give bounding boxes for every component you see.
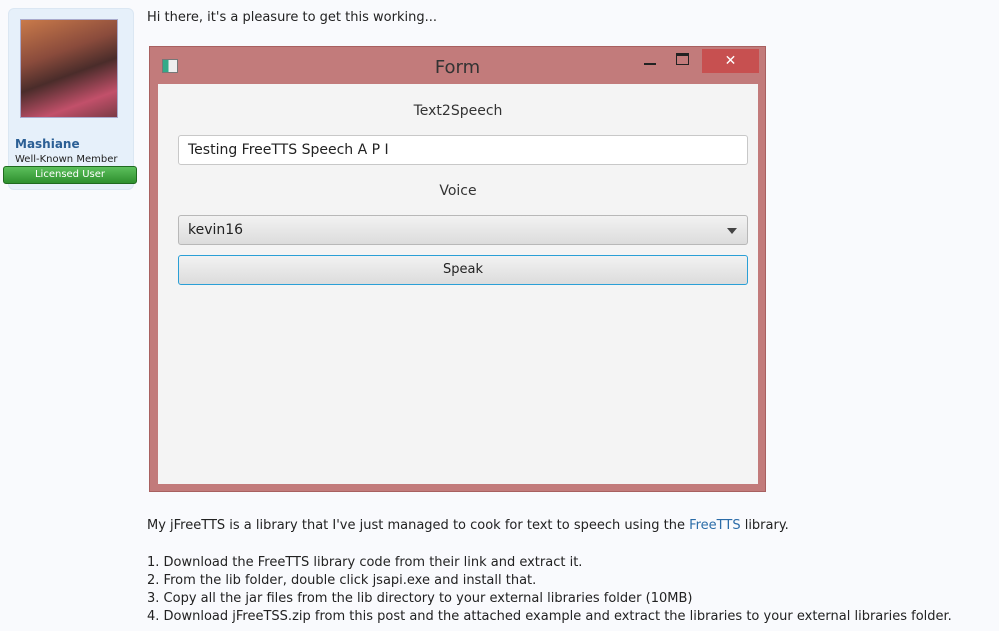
form-window: Form ✕ Text2Speech Testing FreeTTS Speec… <box>149 46 766 492</box>
username[interactable]: Mashiane <box>15 137 80 151</box>
step-3: 3. Copy all the jar files from the lib d… <box>147 591 693 606</box>
voice-selected: kevin16 <box>188 222 244 238</box>
minimize-button[interactable] <box>644 63 656 65</box>
user-card: Mashiane Well-Known Member Licensed User <box>3 8 137 190</box>
heading-label: Text2Speech <box>413 103 503 119</box>
avatar[interactable] <box>20 19 118 118</box>
maximize-button[interactable] <box>676 53 689 65</box>
post-greeting: Hi there, it's a pleasure to get this wo… <box>147 10 437 25</box>
freetts-link[interactable]: FreeTTS <box>689 518 741 533</box>
step-4: 4. Download jFreeTSS.zip from this post … <box>147 609 952 624</box>
close-button[interactable]: ✕ <box>702 49 759 73</box>
intro-text-end: library. <box>740 518 789 533</box>
post-intro: My jFreeTTS is a library that I've just … <box>147 518 789 533</box>
intro-text: My jFreeTTS is a library that I've just … <box>147 518 690 533</box>
voice-select[interactable]: kevin16 <box>178 215 748 245</box>
step-1: 1. Download the FreeTTS library code fro… <box>147 555 583 570</box>
chevron-down-icon <box>727 228 737 234</box>
user-title: Well-Known Member <box>15 154 118 165</box>
window-title: Form <box>434 57 481 78</box>
voice-label: Voice <box>439 183 477 199</box>
step-2: 2. From the lib folder, double click jsa… <box>147 573 537 588</box>
licensed-user-badge: Licensed User <box>3 166 137 184</box>
form-client-area: Text2Speech Testing FreeTTS Speech A P I… <box>158 84 758 484</box>
speak-button[interactable]: Speak <box>178 255 748 285</box>
text-input[interactable]: Testing FreeTTS Speech A P I <box>178 135 748 165</box>
